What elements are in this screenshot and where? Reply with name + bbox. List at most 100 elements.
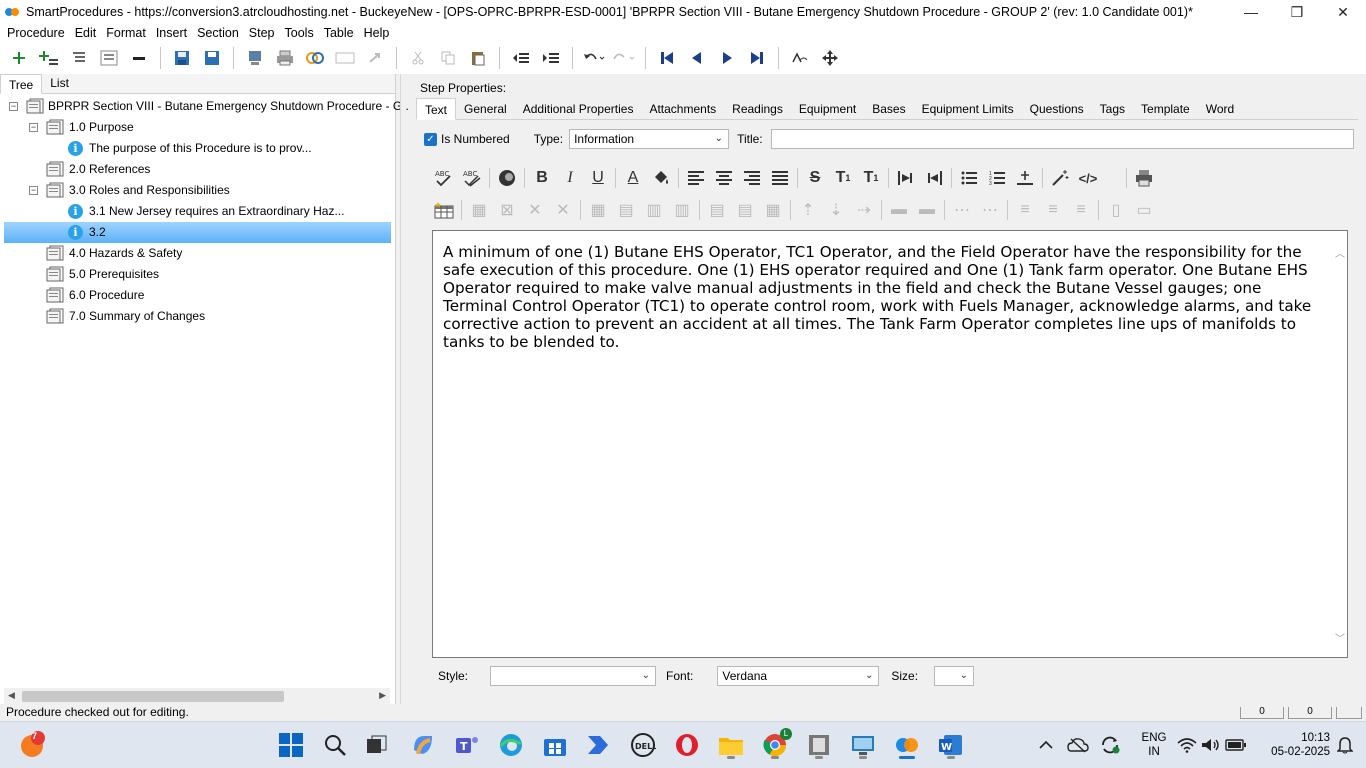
maximize-button[interactable]: ❒ xyxy=(1274,0,1320,24)
tab-word[interactable]: Word xyxy=(1198,99,1242,119)
power-automate-icon[interactable] xyxy=(584,730,614,760)
tree-item-purpose-step[interactable]: i The purpose of this Procedure is to pr… xyxy=(0,138,395,159)
align-left-icon[interactable] xyxy=(684,166,708,190)
previous-step-icon[interactable] xyxy=(686,47,708,69)
tab-bases[interactable]: Bases xyxy=(864,99,913,119)
tree-item-purpose[interactable]: − 1.0 Purpose xyxy=(0,117,395,138)
type-select[interactable]: Information ⌄ xyxy=(569,129,730,149)
links-icon[interactable] xyxy=(304,47,326,69)
scroll-right-icon[interactable]: ▶ xyxy=(379,690,386,701)
justify-icon[interactable] xyxy=(768,166,792,190)
menu-format[interactable]: Format xyxy=(101,26,151,40)
menu-table[interactable]: Table xyxy=(319,26,359,40)
outline-icon[interactable] xyxy=(98,47,120,69)
menu-tools[interactable]: Tools xyxy=(280,26,319,40)
move-icon[interactable] xyxy=(819,47,841,69)
tree-item-prerequisites[interactable]: 5.0 Prerequisites xyxy=(0,264,395,285)
tab-text[interactable]: Text xyxy=(416,98,457,120)
is-numbered-checkbox[interactable]: ✓ xyxy=(424,132,437,146)
print-icon[interactable] xyxy=(274,47,296,69)
save-all-icon[interactable] xyxy=(201,47,223,69)
collapse-toggle-icon[interactable]: − xyxy=(29,186,38,195)
menu-section[interactable]: Section xyxy=(192,26,244,40)
numbered-list-icon[interactable]: 123 xyxy=(985,166,1009,190)
italic-icon[interactable]: I xyxy=(558,166,582,190)
tab-list[interactable]: List xyxy=(42,73,77,93)
battery-icon[interactable] xyxy=(1224,730,1248,760)
tree-item-hazards[interactable]: 4.0 Hazards & Safety xyxy=(0,243,395,264)
tab-tags[interactable]: Tags xyxy=(1092,99,1133,119)
first-step-icon[interactable] xyxy=(656,47,678,69)
remote-desktop-icon[interactable] xyxy=(848,730,878,760)
next-step-icon[interactable] xyxy=(716,47,738,69)
task-view-icon[interactable] xyxy=(362,730,392,760)
smartprocedures-taskbar-icon[interactable] xyxy=(892,730,922,760)
fill-color-icon[interactable] xyxy=(649,166,673,190)
search-icon[interactable] xyxy=(320,730,350,760)
undo-icon[interactable] xyxy=(583,47,605,69)
tree-item-root[interactable]: − BPRPR Section VIII - Butane Emergency … xyxy=(0,96,412,117)
bulleted-list-icon[interactable] xyxy=(957,166,981,190)
bold-icon[interactable]: B xyxy=(530,166,554,190)
add-child-icon[interactable] xyxy=(38,47,60,69)
remote-app-icon[interactable] xyxy=(804,730,834,760)
find-replace-icon[interactable] xyxy=(789,47,811,69)
horizontal-line-icon[interactable] xyxy=(1013,166,1037,190)
edge-icon[interactable] xyxy=(496,730,526,760)
word-icon[interactable]: W xyxy=(936,730,966,760)
strikethrough-icon[interactable]: S xyxy=(803,166,827,190)
tab-equipment-limits[interactable]: Equipment Limits xyxy=(914,99,1022,119)
list-icon[interactable] xyxy=(68,47,90,69)
onedrive-icon[interactable] xyxy=(1066,730,1090,760)
menu-insert[interactable]: Insert xyxy=(151,26,192,40)
copilot-icon[interactable] xyxy=(408,730,438,760)
save-icon[interactable] xyxy=(171,47,193,69)
increase-indent-icon[interactable] xyxy=(894,166,918,190)
insert-table-icon[interactable] xyxy=(432,198,456,222)
tab-questions[interactable]: Questions xyxy=(1022,99,1092,119)
scroll-up-icon[interactable]: ︿ xyxy=(1335,245,1345,260)
tree-item-references[interactable]: 2.0 References xyxy=(0,159,395,180)
tab-equipment[interactable]: Equipment xyxy=(791,99,864,119)
indent-icon[interactable] xyxy=(540,47,562,69)
export-icon[interactable] xyxy=(244,47,266,69)
notification-bell-icon[interactable] xyxy=(1332,730,1358,760)
scroll-down-icon[interactable]: ﹀ xyxy=(1335,630,1345,645)
tab-attachments[interactable]: Attachments xyxy=(641,99,724,119)
tree-item-step-3-1[interactable]: i 3.1 New Jersey requires an Extraordina… xyxy=(0,201,395,222)
last-step-icon[interactable] xyxy=(746,47,768,69)
highlight-icon[interactable] xyxy=(495,166,519,190)
underline-icon[interactable]: U xyxy=(586,166,610,190)
menu-step[interactable]: Step xyxy=(244,26,280,40)
step-text-editor[interactable]: A minimum of one (1) Butane EHS Operator… xyxy=(432,230,1348,658)
weather-icon[interactable]: 7 xyxy=(18,730,48,760)
collapse-toggle-icon[interactable]: − xyxy=(29,123,38,132)
start-icon[interactable] xyxy=(276,730,306,760)
spell-check-icon[interactable]: ABC xyxy=(432,166,456,190)
menu-help[interactable]: Help xyxy=(359,26,395,40)
close-button[interactable]: ✕ xyxy=(1320,0,1366,24)
decrease-indent-icon[interactable] xyxy=(922,166,946,190)
wifi-icon[interactable] xyxy=(1176,730,1198,760)
tab-template[interactable]: Template xyxy=(1133,99,1198,119)
chevron-up-icon[interactable] xyxy=(1034,730,1058,760)
collapse-toggle-icon[interactable]: − xyxy=(9,102,18,111)
language-indicator[interactable]: ENG IN xyxy=(1136,731,1172,759)
add-icon[interactable] xyxy=(8,47,30,69)
tree-item-procedure[interactable]: 6.0 Procedure xyxy=(0,285,395,306)
html-source-icon[interactable]: </> xyxy=(1076,166,1100,190)
font-color-icon[interactable]: A xyxy=(621,166,645,190)
tab-tree[interactable]: Tree xyxy=(0,74,43,94)
step-text-content[interactable]: A minimum of one (1) Butane EHS Operator… xyxy=(443,243,1323,351)
menu-edit[interactable]: Edit xyxy=(70,26,102,40)
align-right-icon[interactable] xyxy=(740,166,764,190)
minimize-button[interactable]: — xyxy=(1228,0,1274,24)
tree-item-step-3-2[interactable]: i 3.2 xyxy=(4,222,391,243)
outdent-icon[interactable] xyxy=(510,47,532,69)
sync-icon[interactable] xyxy=(1098,730,1122,760)
tab-readings[interactable]: Readings xyxy=(724,99,791,119)
font-select[interactable]: Verdana ⌄ xyxy=(717,666,880,686)
superscript-icon[interactable]: T1 xyxy=(831,166,855,190)
tree-item-roles[interactable]: − 3.0 Roles and Responsibilities xyxy=(0,180,395,201)
remove-icon[interactable] xyxy=(128,47,150,69)
